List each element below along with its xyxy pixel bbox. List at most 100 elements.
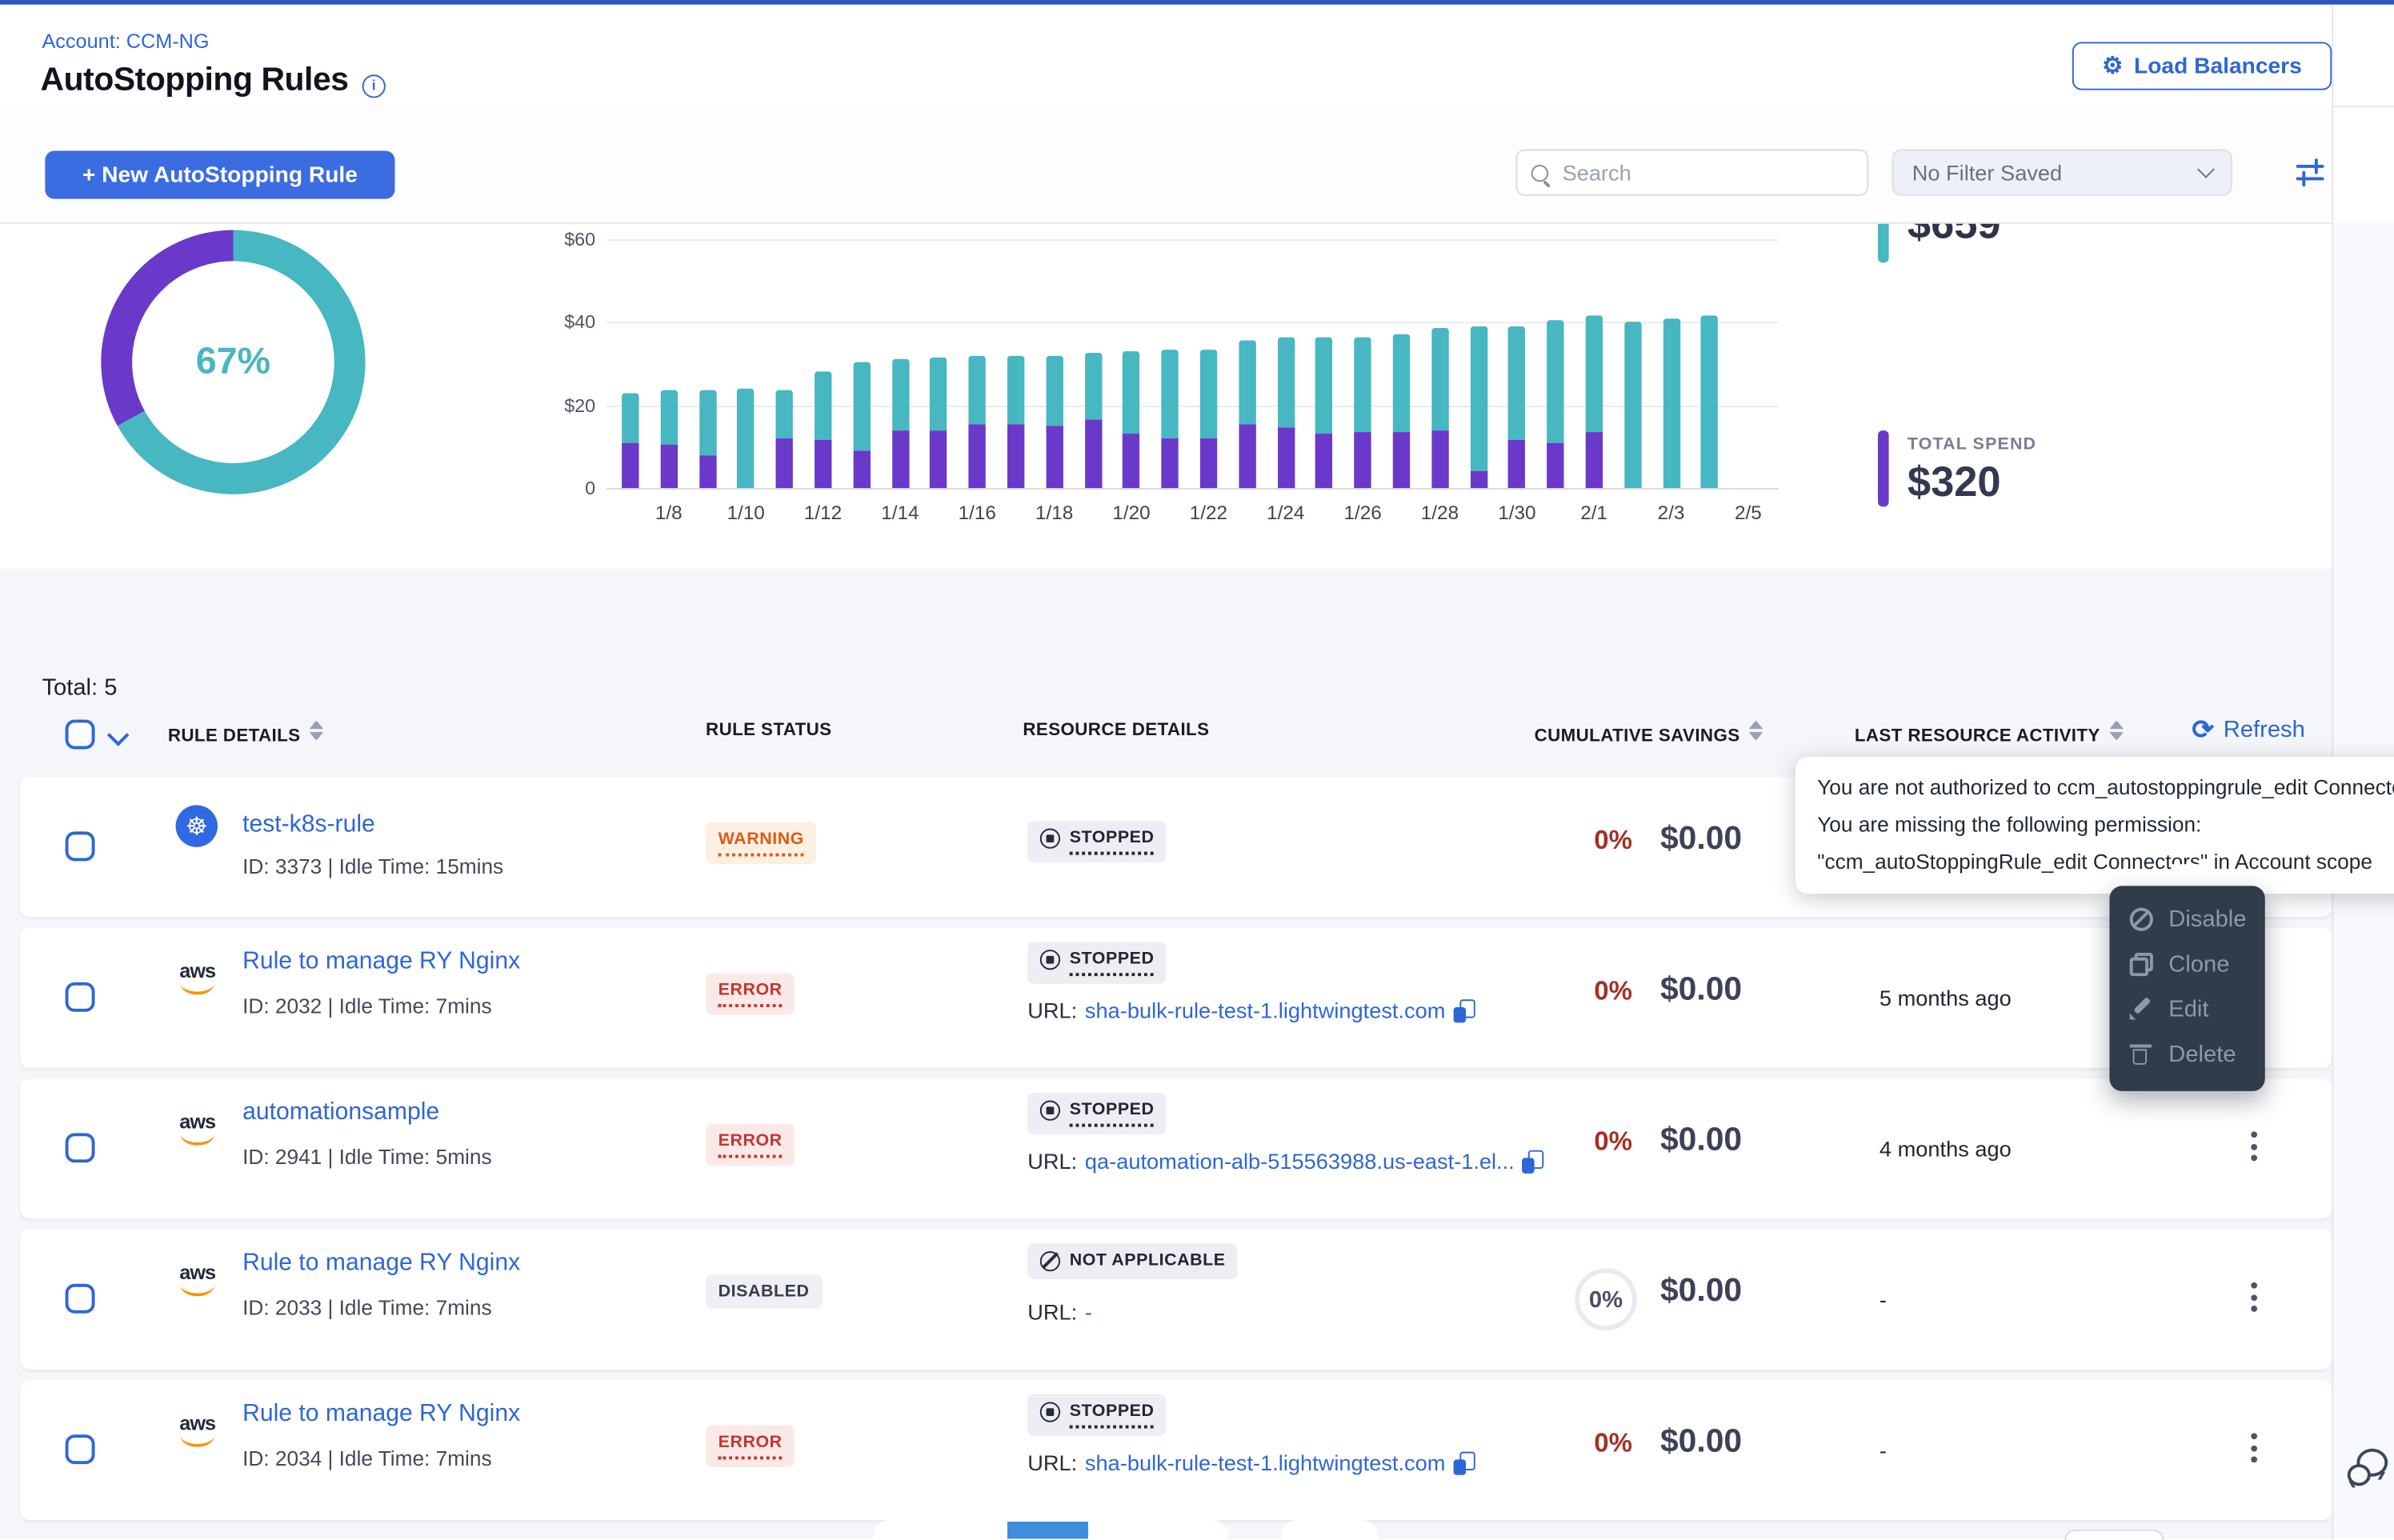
help-chat-icon[interactable] bbox=[2348, 1449, 2388, 1490]
rule-name-link[interactable]: Rule to manage RY Nginx bbox=[242, 948, 520, 976]
sort-icon[interactable] bbox=[310, 721, 323, 739]
resource-state-badge: STOPPED bbox=[1027, 1394, 1167, 1436]
savings-stat-marker bbox=[1878, 222, 1889, 263]
savings-segment bbox=[1277, 337, 1294, 428]
last-activity: - bbox=[1880, 1438, 1887, 1462]
savings-stat-value: $659 bbox=[1908, 222, 2001, 249]
copy-icon[interactable] bbox=[1453, 1451, 1475, 1474]
menu-item-label: Edit bbox=[2168, 996, 2208, 1022]
savings-percent: 0% bbox=[1508, 976, 1632, 1007]
stopped-icon bbox=[1040, 1101, 1060, 1121]
x-axis-label: 2/1 bbox=[1580, 502, 1607, 524]
spend-segment bbox=[815, 441, 831, 489]
stacked-bar bbox=[1470, 326, 1487, 488]
table-row[interactable]: awsRule to manage RY NginxID: 2033 | Idl… bbox=[20, 1230, 2332, 1370]
x-axis-label: 1/30 bbox=[1498, 502, 1535, 524]
row-checkbox[interactable] bbox=[66, 982, 95, 1012]
filter-panel-icon[interactable] bbox=[2296, 158, 2324, 183]
savings-segment bbox=[1239, 341, 1255, 424]
savings-segment bbox=[1007, 355, 1024, 423]
rule-status-badge: WARNING bbox=[706, 822, 816, 864]
savings-percent: 0% bbox=[1508, 1127, 1632, 1158]
pagination-next-button[interactable] bbox=[1281, 1520, 1377, 1538]
col-cumulative-savings[interactable]: CUMULATIVE SAVINGS bbox=[1535, 721, 1763, 746]
stacked-bar bbox=[1354, 337, 1371, 488]
rule-name-link[interactable]: Rule to manage RY Nginx bbox=[242, 1401, 520, 1429]
x-axis-label: 1/14 bbox=[881, 502, 919, 524]
page-header: Account: CCM-NG AutoStopping Rules i ⚙ L… bbox=[0, 5, 2394, 107]
row-checkbox[interactable] bbox=[66, 1284, 95, 1314]
spend-segment bbox=[1354, 432, 1371, 488]
table-row[interactable]: awsRule to manage RY NginxID: 2034 | Idl… bbox=[20, 1380, 2332, 1520]
select-all-checkbox[interactable] bbox=[66, 720, 95, 750]
savings-segment bbox=[1663, 318, 1679, 488]
spend-segment bbox=[1431, 430, 1448, 488]
resource-url-link[interactable]: - bbox=[1085, 1299, 1092, 1324]
resource-url: URL:- bbox=[1027, 1299, 1092, 1324]
y-axis-label: $40 bbox=[514, 311, 595, 333]
resource-url-link[interactable]: sha-bulk-rule-test-1.lightwingtest.com bbox=[1085, 1450, 1446, 1475]
menu-item-clone[interactable]: Clone bbox=[2109, 942, 2264, 986]
menu-item-delete[interactable]: Delete bbox=[2109, 1032, 2264, 1077]
col-last-resource-activity[interactable]: LAST RESOURCE ACTIVITY bbox=[1855, 721, 2124, 746]
load-balancers-button[interactable]: ⚙ Load Balancers bbox=[2072, 42, 2332, 90]
refresh-button[interactable]: ⟳ Refresh bbox=[2192, 717, 2304, 743]
chevron-down-icon bbox=[2197, 161, 2215, 178]
row-menu-kebab[interactable] bbox=[2246, 1433, 2261, 1462]
total-spend-marker bbox=[1878, 430, 1889, 506]
stacked-bar bbox=[1393, 335, 1410, 489]
search-icon bbox=[1531, 164, 1548, 181]
stacked-bar bbox=[853, 362, 870, 488]
search-input[interactable] bbox=[1559, 158, 1853, 186]
savings-segment bbox=[891, 360, 908, 430]
spend-segment bbox=[622, 442, 639, 488]
info-icon[interactable]: i bbox=[362, 74, 386, 98]
table-row[interactable]: awsautomationsampleID: 2941 | Idle Time:… bbox=[20, 1078, 2332, 1218]
menu-item-disable[interactable]: Disable bbox=[2109, 897, 2264, 942]
stacked-bar bbox=[891, 360, 908, 488]
rule-name-link[interactable]: Rule to manage RY Nginx bbox=[242, 1250, 520, 1278]
sort-icon[interactable] bbox=[1749, 721, 1763, 739]
x-axis-label: 1/16 bbox=[959, 502, 996, 524]
menu-item-edit[interactable]: Edit bbox=[2109, 987, 2264, 1032]
rule-name-link[interactable]: automationsample bbox=[242, 1099, 439, 1127]
savings-segment bbox=[622, 393, 639, 442]
last-activity: - bbox=[1880, 1287, 1887, 1312]
table-row[interactable]: awsRule to manage RY NginxID: 2032 | Idl… bbox=[20, 928, 2332, 1068]
row-checkbox[interactable] bbox=[66, 831, 95, 861]
saved-filter-select[interactable]: No Filter Saved bbox=[1892, 150, 2232, 196]
pagination-active-page[interactable] bbox=[1007, 1522, 1088, 1538]
spend-segment bbox=[853, 450, 870, 488]
savings-percent: 0% bbox=[1508, 1428, 1632, 1459]
bottom-right-button[interactable] bbox=[2064, 1530, 2164, 1540]
stacked-bar bbox=[1431, 329, 1448, 488]
x-axis-label: 1/22 bbox=[1190, 502, 1227, 524]
x-axis-label: 2/5 bbox=[1735, 502, 1762, 524]
new-autostopping-rule-button[interactable]: + New AutoStopping Rule bbox=[45, 150, 394, 198]
savings-amount: $0.00 bbox=[1660, 1122, 1742, 1160]
spend-segment bbox=[1393, 432, 1410, 488]
resource-url-link[interactable]: qa-automation-alb-515563988.us-east-1.el… bbox=[1085, 1149, 1515, 1174]
stacked-bar bbox=[776, 390, 793, 488]
y-axis-label: $60 bbox=[514, 229, 595, 250]
row-menu-kebab[interactable] bbox=[2246, 1131, 2261, 1161]
row-checkbox[interactable] bbox=[66, 1133, 95, 1162]
search-input-wrap[interactable] bbox=[1515, 150, 1868, 196]
x-axis-label: 1/28 bbox=[1421, 502, 1459, 524]
x-axis-label: 1/26 bbox=[1343, 502, 1381, 524]
stacked-bar bbox=[737, 389, 754, 488]
row-checkbox[interactable] bbox=[66, 1434, 95, 1464]
resource-url-link[interactable]: sha-bulk-rule-test-1.lightwingtest.com bbox=[1085, 998, 1446, 1022]
stacked-bar bbox=[1624, 322, 1641, 488]
row-menu-kebab[interactable] bbox=[2246, 1282, 2261, 1312]
stacked-bar bbox=[622, 393, 639, 488]
col-rule-details[interactable]: RULE DETAILS bbox=[168, 721, 324, 746]
stacked-bar bbox=[1161, 350, 1178, 488]
breadcrumb-account-link[interactable]: Account: CCM-NG bbox=[42, 30, 209, 53]
copy-icon[interactable] bbox=[1453, 998, 1475, 1022]
spend-segment bbox=[1200, 438, 1217, 488]
savings-segment bbox=[1393, 335, 1410, 433]
rule-name-link[interactable]: test-k8s-rule bbox=[242, 811, 375, 839]
savings-segment bbox=[1508, 326, 1525, 440]
sort-icon[interactable] bbox=[2109, 721, 2123, 739]
